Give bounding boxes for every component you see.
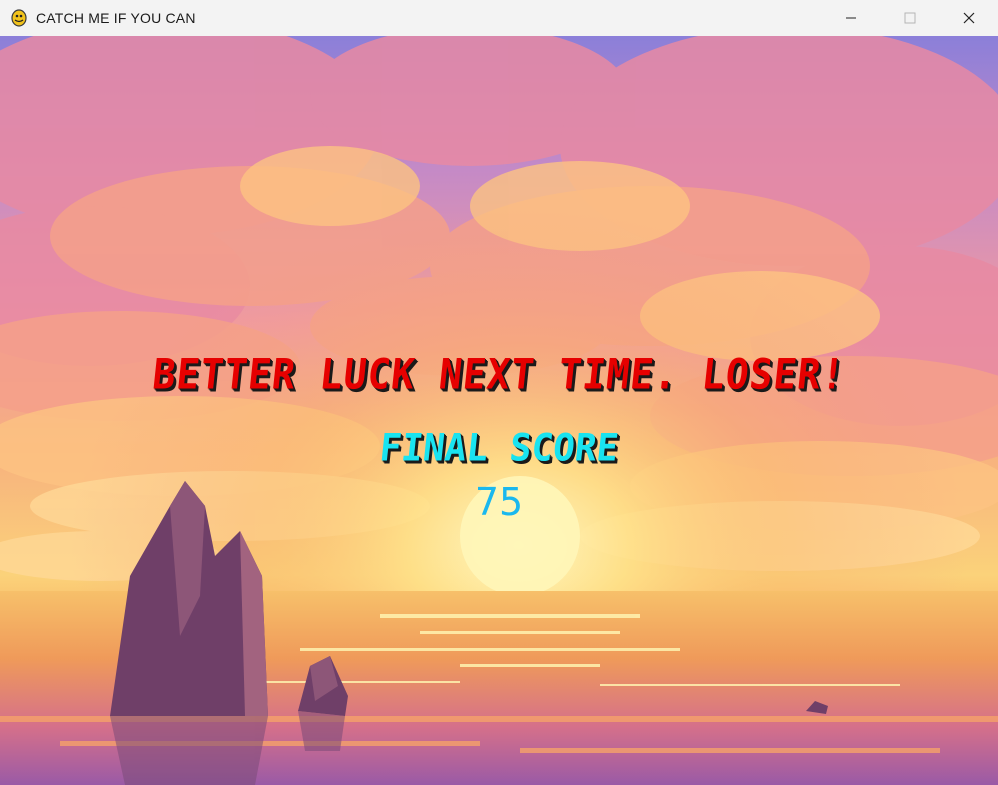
title-bar[interactable]: CATCH ME IF YOU CAN: [0, 0, 998, 36]
close-button[interactable]: [939, 0, 998, 36]
maximize-icon: [904, 12, 915, 24]
game-canvas[interactable]: BETTER LUCK NEXT TIME. LOSER! FINAL SCOR…: [0, 36, 998, 785]
game-window: CATCH ME IF YOU CAN BETTER LUCK NEXT TIM…: [0, 0, 998, 785]
window-title: CATCH ME IF YOU CAN: [36, 10, 196, 26]
final-score-label: FINAL SCORE: [377, 426, 621, 471]
maximize-button[interactable]: [880, 0, 939, 36]
minimize-button[interactable]: [821, 0, 880, 36]
close-icon: [963, 12, 974, 24]
final-score-value: 75: [474, 480, 524, 524]
python-snake-icon: [10, 9, 28, 27]
minimize-icon: [845, 17, 856, 19]
sunset-background: [0, 36, 998, 785]
game-over-message: BETTER LUCK NEXT TIME. LOSER!: [150, 349, 848, 399]
window-controls: [821, 0, 998, 36]
